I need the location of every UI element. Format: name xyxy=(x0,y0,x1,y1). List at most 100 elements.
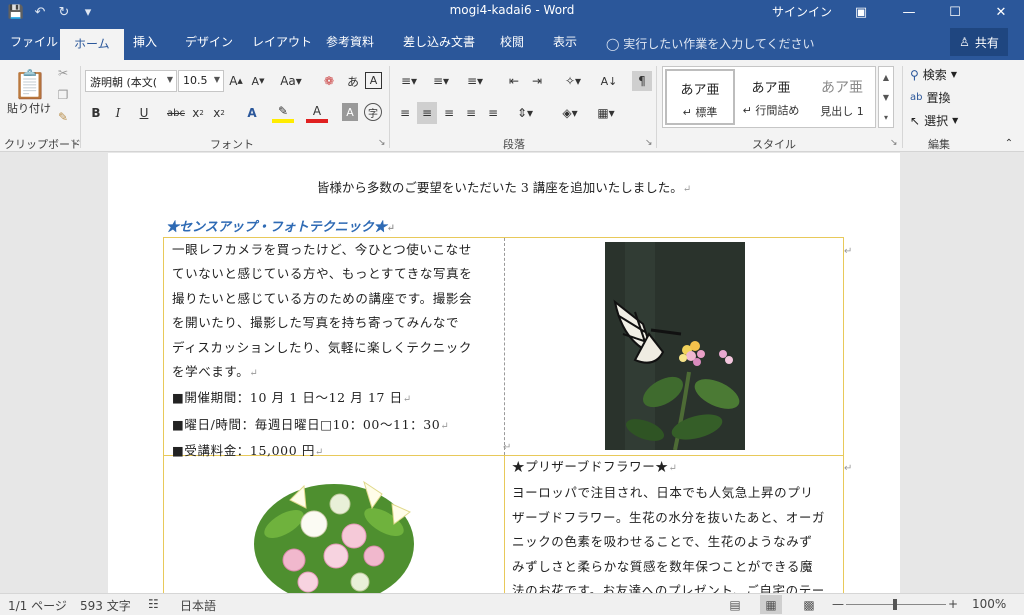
character-shading-icon[interactable]: A xyxy=(342,103,358,121)
font-launcher-icon[interactable]: ↘ xyxy=(378,138,386,148)
tab-insert[interactable]: 挿入 xyxy=(133,33,157,50)
share-button[interactable]: ♙ 共有 xyxy=(950,28,1008,56)
schedule-detail: ■曜日/時間：毎週日曜日□10：00～11：30 xyxy=(172,416,441,432)
butterfly-photo[interactable] xyxy=(605,242,745,451)
tab-layout[interactable]: レイアウト xyxy=(252,33,312,50)
font-name-combo[interactable]: 游明朝 (本文(▼ xyxy=(85,70,177,92)
change-case-icon[interactable]: Aa▾ xyxy=(278,71,304,91)
photo-course-heading: ★センスアップ・フォトテクニック★↵ xyxy=(166,216,395,235)
justify-icon[interactable]: ≡ xyxy=(462,103,480,123)
text-effects-icon[interactable]: A xyxy=(240,103,264,123)
paste-icon[interactable]: 📋 xyxy=(12,66,48,102)
align-right-icon[interactable]: ≡ xyxy=(440,103,458,123)
borders-icon[interactable]: ▦▾ xyxy=(592,103,620,123)
cut-icon[interactable]: ✂ xyxy=(54,64,72,82)
web-layout-icon[interactable]: ▩ xyxy=(798,595,820,614)
shading-icon[interactable]: ◈▾ xyxy=(556,103,584,123)
chevron-down-icon: ▼ xyxy=(166,75,173,84)
align-center-icon[interactable]: ≡ xyxy=(417,102,437,124)
bullets-icon[interactable]: ≡▾ xyxy=(396,71,422,91)
chevron-down-icon[interactable]: ▼ xyxy=(883,93,889,102)
subscript-icon[interactable]: x2 xyxy=(190,103,206,123)
style-normal[interactable]: あア亜 ↵ 標準 xyxy=(665,69,735,125)
character-border-icon[interactable]: A xyxy=(365,72,382,89)
status-bar: 1/1 ページ 593 文字 ☷ 日本語 ▤ ▦ ▩ — + 100% xyxy=(0,593,1024,615)
tab-references[interactable]: 参考資料 xyxy=(326,33,374,50)
language-indicator[interactable]: 日本語 xyxy=(180,597,216,614)
superscript-icon[interactable]: x2 xyxy=(211,103,227,123)
chevron-down-icon: ▼ xyxy=(213,75,220,84)
increase-indent-icon[interactable]: ⇥ xyxy=(528,71,546,91)
numbering-icon[interactable]: ≡▾ xyxy=(428,71,454,91)
styles-scroll[interactable]: ▲ ▼ ▾ xyxy=(878,66,894,128)
row-end-mark: ↵ xyxy=(844,246,853,257)
replace-icon: ab xyxy=(910,92,923,103)
lightbulb-icon: ◯ xyxy=(606,37,620,51)
word-count[interactable]: 593 文字 xyxy=(80,597,131,614)
sort-icon[interactable]: A↓ xyxy=(600,71,618,91)
zoom-in-icon[interactable]: + xyxy=(948,597,958,611)
more-styles-icon[interactable]: ▾ xyxy=(884,113,888,122)
asian-layout-icon[interactable]: ✧▾ xyxy=(560,71,586,91)
paragraph-launcher-icon[interactable]: ↘ xyxy=(645,138,653,148)
bold-icon[interactable]: B xyxy=(88,103,104,123)
font-size-combo[interactable]: 10.5 ▼ xyxy=(178,70,224,92)
multilevel-list-icon[interactable]: ≡▾ xyxy=(462,71,488,91)
select-button[interactable]: ↖ 選択 ▼ xyxy=(910,112,958,129)
strikethrough-icon[interactable]: abc xyxy=(166,103,186,123)
print-layout-icon[interactable]: ▦ xyxy=(760,595,782,614)
clear-format-icon[interactable]: ❁ xyxy=(320,71,338,91)
zoom-slider-thumb[interactable] xyxy=(893,599,897,610)
highlight-icon[interactable]: ✎ xyxy=(272,103,294,123)
flower-course-heading: ★プリザーブドフラワー★ xyxy=(512,459,669,474)
tab-home[interactable]: ホーム xyxy=(60,29,124,60)
chevron-up-icon[interactable]: ▲ xyxy=(883,73,889,82)
distributed-icon[interactable]: ≡ xyxy=(484,103,502,123)
style-no-spacing[interactable]: あア亜 ↵ 行間詰め xyxy=(736,69,806,125)
ribbon-display-icon[interactable]: ▣ xyxy=(838,0,884,24)
tab-view[interactable]: 表示 xyxy=(553,33,577,50)
proofing-icon[interactable]: ☷ xyxy=(148,597,159,611)
copy-icon[interactable]: ❐ xyxy=(54,86,72,104)
zoom-level[interactable]: 100% xyxy=(972,597,1006,611)
collapse-ribbon-icon[interactable]: ⌃ xyxy=(1002,136,1016,150)
minimize-icon[interactable]: — xyxy=(886,0,932,24)
show-marks-icon[interactable]: ¶ xyxy=(632,71,652,91)
line-spacing-icon[interactable]: ⇕▾ xyxy=(512,103,538,123)
maximize-icon[interactable]: ☐ xyxy=(932,0,978,24)
find-button[interactable]: ⚲ 検索 ▼ xyxy=(910,66,957,83)
enclose-characters-icon[interactable]: 字 xyxy=(364,103,382,121)
format-painter-icon[interactable]: ✎ xyxy=(54,108,72,126)
tab-design[interactable]: デザイン xyxy=(185,33,233,50)
close-icon[interactable]: ✕ xyxy=(978,0,1024,24)
paragraph-group-label: 段落 xyxy=(503,138,525,151)
style-heading-1[interactable]: あア亜 見出し 1 xyxy=(807,69,877,125)
tell-me-search[interactable]: ◯ 実行したい作業を入力してください xyxy=(606,35,815,52)
underline-icon[interactable]: U xyxy=(132,103,156,123)
document-page[interactable]: 皆様から多数のご要望をいただいた 3 講座を追加いたしました。 ↵ ★センスアップ… xyxy=(108,153,900,593)
flower-bouquet-illustration[interactable] xyxy=(244,464,424,593)
page-count[interactable]: 1/1 ページ xyxy=(8,597,67,614)
zoom-out-icon[interactable]: — xyxy=(832,597,844,611)
signin-link[interactable]: サインイン xyxy=(772,3,832,20)
decrease-indent-icon[interactable]: ⇤ xyxy=(505,71,523,91)
grow-font-icon[interactable]: A ▲ xyxy=(228,71,244,91)
read-mode-icon[interactable]: ▤ xyxy=(724,595,746,614)
tab-file[interactable]: ファイル xyxy=(10,33,58,50)
intro-text: 皆様から多数のご要望をいただいた 3 講座を追加いたしました。 xyxy=(316,180,683,195)
paste-button[interactable]: 貼り付け xyxy=(4,100,54,116)
font-color-icon[interactable]: A xyxy=(306,103,328,123)
fee-detail: ■受講料金：15,000 円 xyxy=(172,443,315,459)
styles-launcher-icon[interactable]: ↘ xyxy=(890,138,898,148)
shrink-font-icon[interactable]: A ▼ xyxy=(250,71,266,91)
heading-text: ★センスアップ・フォトテクニック★ xyxy=(166,220,387,235)
paragraph-mark: ↵ xyxy=(668,463,678,474)
clipboard-launcher-icon[interactable]: ↘ xyxy=(70,138,78,148)
tab-mailings[interactable]: 差し込み文書 xyxy=(403,33,475,50)
italic-icon[interactable]: I xyxy=(110,103,126,123)
align-left-icon[interactable]: ≡ xyxy=(396,103,414,123)
replace-button[interactable]: ab 置換 xyxy=(910,89,951,106)
phonetic-guide-icon[interactable]: あ xyxy=(344,71,362,91)
tab-review[interactable]: 校閲 xyxy=(500,33,524,50)
paragraph-mark: ↵ xyxy=(249,368,259,380)
